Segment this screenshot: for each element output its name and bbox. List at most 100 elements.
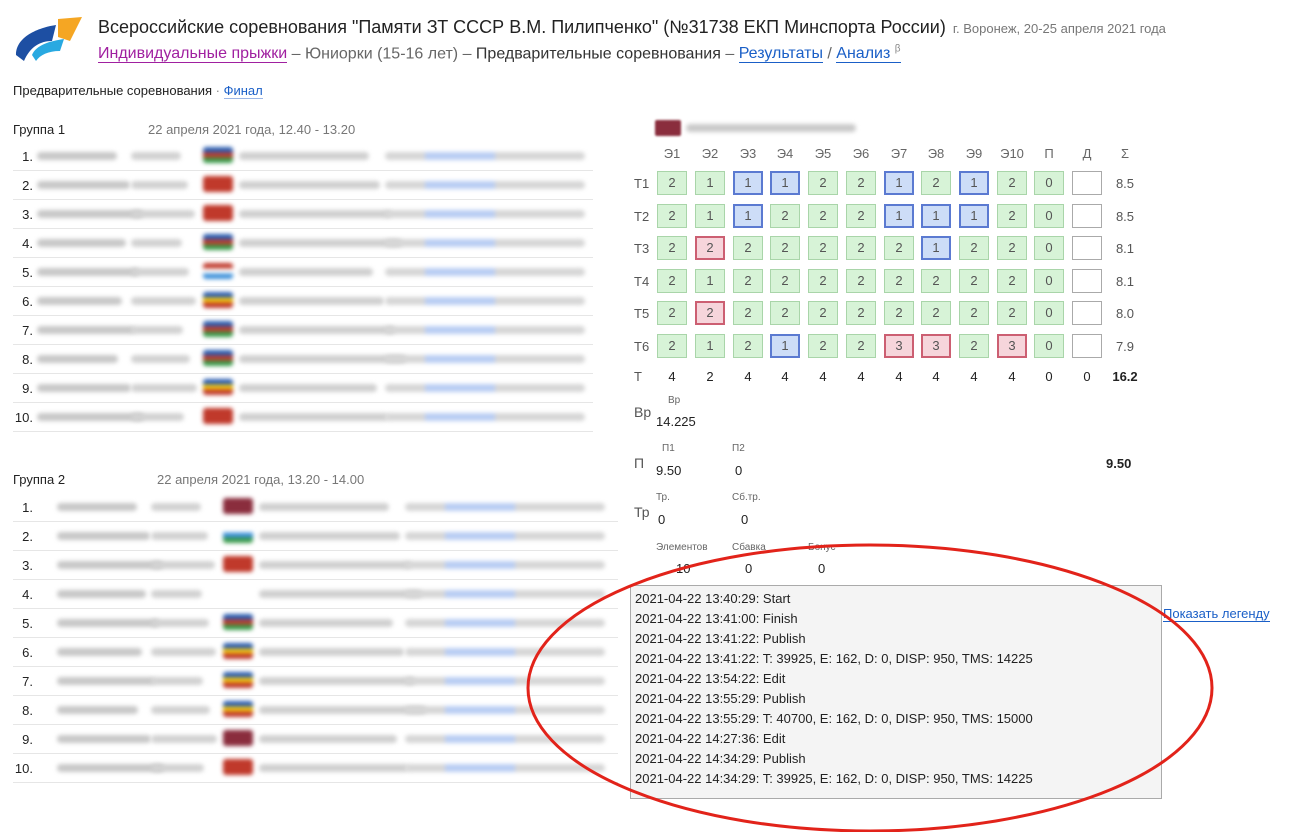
score-cell: 2 [808,203,838,228]
trial-label: Т4 [634,273,650,289]
region-flag [203,234,233,250]
region-flag [203,408,233,424]
score-cell: 2 [959,268,989,293]
stage-label: Предварительные соревнования [475,45,721,63]
athlete-row[interactable]: 1. [13,142,593,171]
score-header: Э8 [927,146,945,161]
athlete-name-blurred [37,210,143,218]
athlete-row[interactable]: 2. [13,522,618,551]
region-name-blurred [239,326,395,334]
coach-blurred [385,210,585,218]
score-cell: 1 [770,334,800,358]
athlete-row[interactable]: 8. [13,345,593,374]
total-value: 4 [744,369,752,384]
athlete-name [686,124,856,132]
log-line: 2021-04-22 14:27:36: Edit [635,731,786,746]
log-line: 2021-04-22 14:34:29: T: 39925, E: 162, D… [635,771,1033,786]
score-cell: 2 [770,203,800,228]
score-cell: 1 [695,203,725,228]
score-cell: 2 [921,301,951,326]
athlete-rank: 5. [22,616,33,631]
score-cell: 2 [733,334,763,358]
score-input-empty[interactable] [1072,203,1102,228]
athlete-row[interactable]: 4. [13,580,618,609]
log-line: 2021-04-22 13:41:00: Finish [635,611,798,626]
athlete-row[interactable]: 5. [13,609,618,638]
tab-separator: · [212,83,224,98]
deduction-label: Сбавка [732,542,766,553]
athlete-row[interactable]: 8. [13,696,618,725]
log-line: 2021-04-22 13:55:29: Publish [635,691,806,706]
total-value: 4 [668,369,676,384]
score-cell: 2 [997,236,1027,261]
score-header: Э2 [701,146,719,161]
athlete-year-blurred [131,297,196,305]
athlete-row[interactable]: 7. [13,667,618,696]
athlete-row[interactable]: 4. [13,229,593,258]
athlete-row[interactable]: 3. [13,200,593,229]
score-input-empty[interactable] [1072,171,1102,195]
group2-title: Группа 2 [13,472,66,487]
coach-blurred [405,764,605,772]
score-input-empty[interactable] [1072,236,1102,261]
event-log-textarea[interactable]: 2021-04-22 13:40:29: Start 2021-04-22 13:… [630,585,1162,799]
show-legend-link[interactable]: Показать легенду [1163,606,1270,622]
score-cell: 1 [733,203,763,228]
score-cell: 0 [1034,334,1064,358]
athlete-row[interactable]: 7. [13,316,593,345]
score-input-empty[interactable] [1072,334,1102,358]
coach-blurred [405,648,605,656]
deduction-value: 0 [745,561,753,576]
score-cell: 1 [921,236,951,261]
region-name-blurred [239,152,369,160]
penalty-label: П [634,455,645,471]
breadcrumb-separator: – [287,45,305,63]
athlete-row[interactable]: 1. [13,493,618,522]
score-cell: 2 [657,334,687,358]
athlete-row[interactable]: 10. [13,754,618,783]
coach-blurred [385,413,585,421]
athlete-row[interactable]: 6. [13,638,618,667]
trial-label: Т2 [634,208,650,224]
score-input-empty[interactable] [1072,301,1102,326]
athlete-avatar [655,120,681,136]
tab-final[interactable]: Финал [223,83,263,99]
elements-value: 10 [676,561,691,576]
athlete-rank: 4. [22,587,33,602]
athlete-row[interactable]: 6. [13,287,593,316]
trial-sum: 8.1 [1115,241,1135,257]
athlete-name-blurred [37,297,122,305]
score-cell: 2 [657,236,687,261]
score-header: Э10 [1000,146,1024,161]
score-cell: 1 [884,171,914,195]
discipline-link[interactable]: Индивидуальные прыжки [98,45,288,64]
bonus-value: 0 [818,561,826,576]
site-logo[interactable] [12,15,84,63]
score-input-empty[interactable] [1072,268,1102,293]
trial-sum: 8.0 [1115,306,1135,322]
results-link[interactable]: Результаты [738,45,823,64]
score-header: П [1044,146,1054,161]
athlete-row[interactable]: 10. [13,403,593,432]
analysis-link[interactable]: Анализ β [836,44,901,64]
total-value: 4 [895,369,903,384]
athlete-row[interactable]: 3. [13,551,618,580]
athlete-name-blurred [37,326,135,334]
athlete-name-blurred [57,706,138,714]
total-value: 4 [932,369,940,384]
score-cell: 2 [808,171,838,195]
athlete-row[interactable]: 9. [13,725,618,754]
athlete-rank: 8. [22,703,33,718]
score-cell: 2 [921,171,951,195]
score-header: Э1 [663,146,681,161]
age-category: Юниорки (15-16 лет) [304,45,459,63]
region-name-blurred [259,735,397,743]
athlete-row[interactable]: 2. [13,171,593,200]
athlete-row[interactable]: 5. [13,258,593,287]
trial-sum: 8.5 [1115,208,1135,224]
score-cell: 2 [770,268,800,293]
elements-label: Элементов [656,542,708,553]
athlete-row[interactable]: 9. [13,374,593,403]
score-cell: 0 [1034,203,1064,228]
athlete-rank: 9. [22,381,33,396]
